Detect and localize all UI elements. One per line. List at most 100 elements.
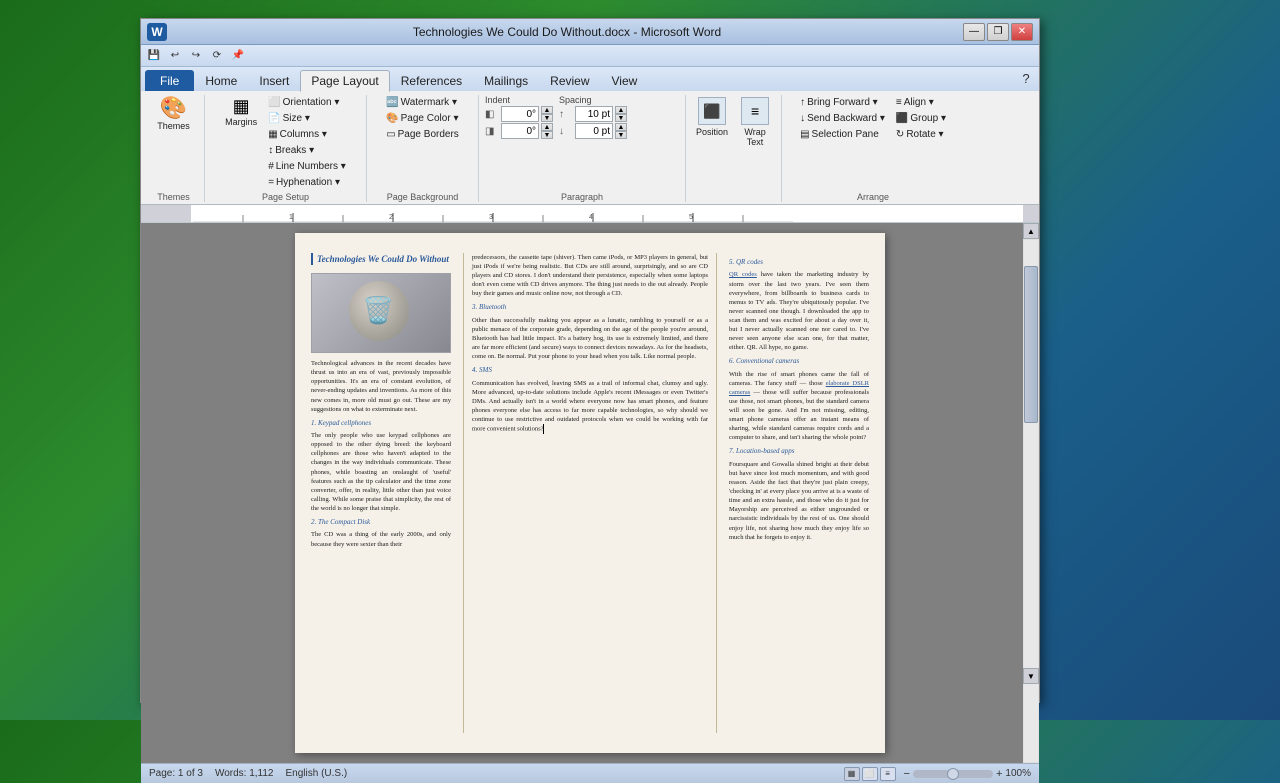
spacing-after-input[interactable]	[575, 123, 613, 139]
position-wrap-group: ⬛ Position ≡ WrapText	[688, 95, 782, 202]
zoom-slider[interactable]	[913, 770, 993, 778]
minimize-btn[interactable]: —	[963, 23, 985, 41]
indent-left-down[interactable]: ▼	[541, 114, 553, 122]
orientation-icon: ⬜	[268, 97, 280, 108]
arrange-stack-right: ≡ Align ▾ ⬛ Group ▾ ↻ Rotate ▾	[892, 95, 950, 142]
position-wrap-content: ⬛ Position ≡ WrapText	[692, 95, 775, 200]
orientation-btn[interactable]: ⬜ Orientation ▾	[264, 95, 350, 110]
section3-text: Other than successfully making you appea…	[472, 316, 708, 361]
spacing-after-icon: ↓	[559, 126, 573, 137]
indent-label: Indent	[485, 95, 553, 105]
tab-home[interactable]: Home	[194, 70, 248, 91]
section1-title: 1. Keypad cellphones	[311, 419, 451, 428]
tab-page-layout[interactable]: Page Layout	[300, 70, 389, 92]
undo-qa-btn[interactable]: ↩	[166, 47, 184, 65]
margins-btn[interactable]: ▦ Margins	[221, 95, 261, 129]
full-screen-btn[interactable]: ⬜	[862, 767, 878, 781]
page-background-content: 🔤 Watermark ▾ 🎨 Page Color ▾ ▭ Page Bord…	[382, 95, 463, 190]
themes-icon: 🎨	[160, 97, 187, 119]
themes-group: 🎨 Themes Themes	[145, 95, 205, 202]
zoom-in-btn[interactable]: +	[996, 768, 1002, 780]
window-controls: — ❐ ✕	[963, 23, 1033, 41]
page-color-btn[interactable]: 🎨 Page Color ▾	[382, 111, 463, 126]
svg-text:2: 2	[389, 214, 393, 221]
section7-text: Foursquare and Gowalla shined bright at …	[729, 460, 869, 542]
size-btn[interactable]: 📄 Size ▾	[264, 111, 350, 126]
wrap-text-btn[interactable]: ≡ WrapText	[735, 95, 775, 149]
hyphenation-btn[interactable]: = Hyphenation ▾	[264, 175, 350, 190]
tab-mailings[interactable]: Mailings	[473, 70, 539, 91]
scroll-down-btn[interactable]: ▼	[1023, 668, 1039, 684]
svg-text:3: 3	[489, 214, 493, 221]
customize-qa-btn[interactable]: 📌	[229, 47, 247, 65]
svg-text:4: 4	[589, 214, 593, 221]
indent-right-down[interactable]: ▼	[541, 131, 553, 139]
spacing-before-down[interactable]: ▼	[615, 114, 627, 122]
rotate-btn[interactable]: ↻ Rotate ▾	[892, 127, 950, 142]
quick-access-toolbar: 💾 ↩ ↪ ⟳ 📌	[141, 45, 1039, 67]
tab-file[interactable]: File	[145, 70, 194, 91]
align-btn[interactable]: ≡ Align ▾	[892, 95, 950, 110]
vertical-scrollbar[interactable]: ▲ ▼	[1023, 223, 1039, 763]
group-btn[interactable]: ⬛ Group ▾	[892, 111, 950, 126]
watermark-btn[interactable]: 🔤 Watermark ▾	[382, 95, 463, 110]
text-cursor	[543, 424, 544, 434]
line-numbers-btn[interactable]: # Line Numbers ▾	[264, 159, 350, 174]
scroll-thumb[interactable]	[1024, 266, 1038, 423]
spacing-before-input[interactable]	[575, 106, 613, 122]
section5-title: 5. QR codes	[729, 258, 869, 267]
help-icon[interactable]: ?	[1017, 69, 1035, 87]
bring-forward-btn[interactable]: ↑ Bring Forward ▾	[796, 95, 889, 110]
indent-right-up[interactable]: ▲	[541, 123, 553, 131]
watermark-icon: 🔤	[386, 97, 398, 108]
themes-btn[interactable]: 🎨 Themes	[153, 95, 194, 133]
document-scroll[interactable]: Technologies We Could Do Without 🗑️ Tech…	[157, 223, 1023, 763]
restore-btn[interactable]: ❐	[987, 23, 1009, 41]
bring-forward-icon: ↑	[800, 97, 805, 108]
arrange-content: ↑ Bring Forward ▾ ↓ Send Backward ▾ ▤ Se…	[796, 95, 950, 190]
wrap-text-icon: ≡	[741, 97, 769, 125]
page-info: Page: 1 of 3	[149, 768, 203, 779]
save-qa-btn[interactable]: 💾	[145, 47, 163, 65]
breaks-btn[interactable]: ↕ Breaks ▾	[264, 143, 350, 158]
document-page: Technologies We Could Do Without 🗑️ Tech…	[295, 233, 885, 753]
indent-right-input[interactable]	[501, 123, 539, 139]
column-mid: predecessors, the cassette tape (shiver)…	[463, 253, 717, 733]
scroll-up-btn[interactable]: ▲	[1023, 223, 1039, 239]
view-buttons: ▦ ⬜ ≡	[844, 767, 896, 781]
spacing-before-up[interactable]: ▲	[615, 106, 627, 114]
selection-pane-btn[interactable]: ▤ Selection Pane	[796, 127, 889, 142]
indent-left-input[interactable]	[501, 106, 539, 122]
indent-left-icon: ◧	[485, 109, 499, 120]
page-background-label: Page Background	[387, 192, 459, 202]
send-backward-btn[interactable]: ↓ Send Backward ▾	[796, 111, 889, 126]
spacing-after-up[interactable]: ▲	[615, 123, 627, 131]
spacing-after-down[interactable]: ▼	[615, 131, 627, 139]
tab-view[interactable]: View	[601, 70, 649, 91]
tab-review[interactable]: Review	[539, 70, 600, 91]
close-btn[interactable]: ✕	[1011, 23, 1033, 41]
print-qa-btn[interactable]: ⟳	[208, 47, 226, 65]
ruler-ticks: 1 2 3 4 5	[193, 208, 1021, 222]
qr-link: QR codes	[729, 271, 757, 278]
section4-title: 4. SMS	[472, 366, 708, 375]
tab-references[interactable]: References	[390, 70, 473, 91]
ruler-right-gray	[1023, 205, 1039, 222]
page-borders-btn[interactable]: ▭ Page Borders	[382, 127, 463, 142]
print-layout-btn[interactable]: ▦	[844, 767, 860, 781]
tab-insert[interactable]: Insert	[248, 70, 300, 91]
web-layout-btn[interactable]: ≡	[880, 767, 896, 781]
word-count: Words: 1,112	[215, 768, 274, 779]
columns-btn[interactable]: ▦ Columns ▾	[264, 127, 350, 142]
page-setup-group: ▦ Margins ⬜ Orientation ▾ 📄 Size ▾ ▦ Col…	[207, 95, 367, 202]
themes-content: 🎨 Themes	[153, 95, 194, 190]
align-icon: ≡	[896, 97, 902, 108]
redo-qa-btn[interactable]: ↪	[187, 47, 205, 65]
indent-left-spinners: ▲ ▼	[541, 106, 553, 122]
position-btn[interactable]: ⬛ Position	[692, 95, 732, 139]
indent-left-row: ◧ ▲ ▼	[485, 106, 553, 122]
dslr-link: elaborate DSLR cameras	[729, 380, 869, 396]
left-margin	[141, 223, 157, 763]
zoom-out-btn[interactable]: −	[904, 768, 910, 780]
indent-left-up[interactable]: ▲	[541, 106, 553, 114]
